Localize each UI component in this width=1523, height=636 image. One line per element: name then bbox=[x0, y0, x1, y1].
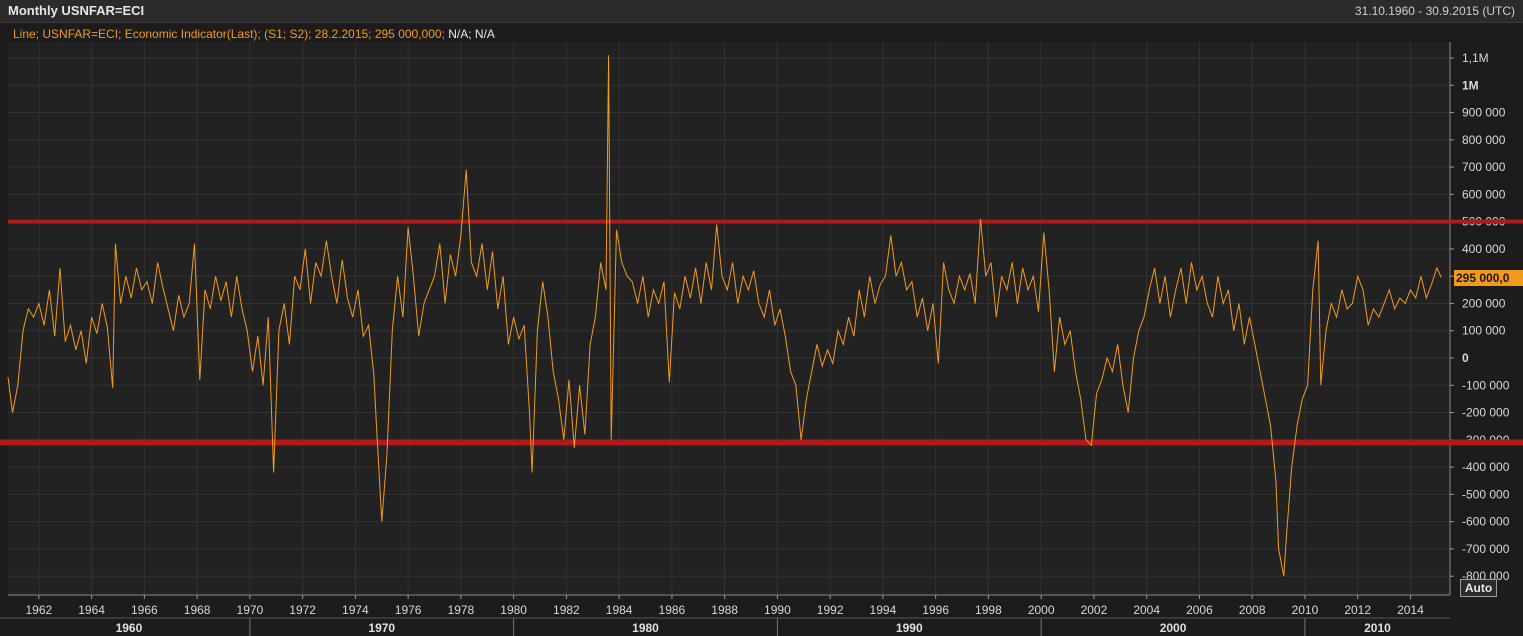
x-tick-label: 1984 bbox=[606, 603, 633, 617]
y-tick-label: 200 000 bbox=[1462, 296, 1506, 310]
y-tick-label: 900 000 bbox=[1462, 106, 1506, 120]
decade-label: 2000 bbox=[1160, 621, 1187, 635]
y-tick-label: 1,1M bbox=[1462, 51, 1489, 65]
x-tick-label: 1968 bbox=[184, 603, 211, 617]
x-tick-label: 2000 bbox=[1028, 603, 1055, 617]
y-tick-label: -400 000 bbox=[1462, 460, 1510, 474]
x-tick-label: 1990 bbox=[764, 603, 791, 617]
line-chart[interactable]: 1,1M1M900 000800 000700 000600 000500 00… bbox=[0, 22, 1523, 636]
date-range: 31.10.1960 - 30.9.2015 (UTC) bbox=[1354, 4, 1515, 18]
chart-titlebar: Monthly USNFAR=ECI 31.10.1960 - 30.9.201… bbox=[0, 0, 1523, 23]
x-tick-label: 2010 bbox=[1292, 603, 1319, 617]
x-tick-label: 1970 bbox=[237, 603, 264, 617]
x-tick-label: 1988 bbox=[711, 603, 738, 617]
y-tick-label: 800 000 bbox=[1462, 133, 1506, 147]
x-tick-label: 2012 bbox=[1344, 603, 1371, 617]
x-tick-label: 1962 bbox=[26, 603, 53, 617]
decade-label: 1980 bbox=[632, 621, 659, 635]
y-tick-label: -100 000 bbox=[1462, 378, 1510, 392]
plot-area bbox=[8, 42, 1450, 595]
x-tick-label: 1994 bbox=[870, 603, 897, 617]
x-tick-label: 1976 bbox=[395, 603, 422, 617]
y-tick-label: 600 000 bbox=[1462, 187, 1506, 201]
decade-label: 1970 bbox=[368, 621, 395, 635]
y-tick-label: -200 000 bbox=[1462, 406, 1510, 420]
x-tick-label: 1978 bbox=[448, 603, 475, 617]
auto-scale-button[interactable]: Auto bbox=[1460, 579, 1497, 597]
y-tick-label: 100 000 bbox=[1462, 324, 1506, 338]
y-axis: 1,1M1M900 000800 000700 000600 000500 00… bbox=[1449, 42, 1510, 595]
decade-label: 2010 bbox=[1364, 621, 1391, 635]
x-tick-label: 1964 bbox=[78, 603, 105, 617]
y-tick-label: 0 bbox=[1462, 351, 1469, 365]
decade-label: 1990 bbox=[896, 621, 923, 635]
y-tick-label: -600 000 bbox=[1462, 515, 1510, 529]
y-tick-label: 400 000 bbox=[1462, 242, 1506, 256]
x-tick-label: 2014 bbox=[1397, 603, 1424, 617]
x-tick-label: 2004 bbox=[1133, 603, 1160, 617]
x-tick-label: 1974 bbox=[342, 603, 369, 617]
x-tick-label: 2008 bbox=[1239, 603, 1266, 617]
decade-label: 1960 bbox=[116, 621, 143, 635]
y-tick-label: 1M bbox=[1462, 78, 1479, 92]
x-tick-label: 1996 bbox=[922, 603, 949, 617]
x-tick-label: 1992 bbox=[817, 603, 844, 617]
x-tick-label: 1972 bbox=[289, 603, 316, 617]
x-tick-label: 1982 bbox=[553, 603, 580, 617]
x-axis: 1962 1964 1966 1968 1970 1972 1974 1976 1978 1980… bbox=[0, 594, 1523, 636]
last-value-label: 295 000,0 bbox=[1454, 269, 1523, 286]
x-tick-label: 2002 bbox=[1081, 603, 1108, 617]
x-tick-label: 1980 bbox=[500, 603, 527, 617]
x-tick-label: 1998 bbox=[975, 603, 1002, 617]
y-tick-label: -700 000 bbox=[1462, 542, 1510, 556]
x-tick-label: 2006 bbox=[1186, 603, 1213, 617]
y-tick-label: 700 000 bbox=[1462, 160, 1506, 174]
chart-title: Monthly USNFAR=ECI bbox=[8, 3, 145, 18]
x-tick-label: 1966 bbox=[131, 603, 158, 617]
x-tick-label: 1986 bbox=[659, 603, 686, 617]
y-tick-label: -500 000 bbox=[1462, 487, 1510, 501]
